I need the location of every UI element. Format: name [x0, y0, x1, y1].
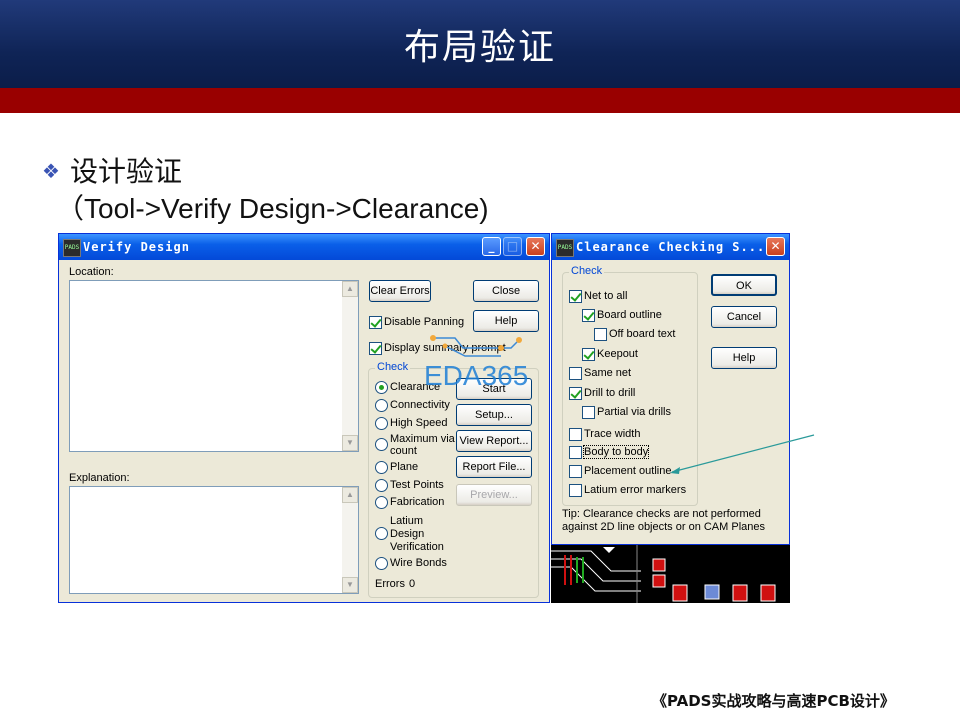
placement-outline-label: Placement outline [584, 465, 672, 477]
explanation-scrollbar[interactable]: ▲ ▼ [342, 487, 358, 593]
setup-button[interactable]: Setup... [456, 404, 532, 426]
eda365-watermark: EDA365 [424, 360, 529, 391]
check-latium-radio[interactable] [375, 527, 388, 540]
body-to-body-checkbox[interactable] [569, 446, 582, 459]
clearance-check-group-title: Check [569, 265, 605, 277]
drill-to-drill-checkbox[interactable] [569, 387, 582, 400]
placement-outline-checkbox[interactable] [569, 465, 582, 478]
eda365-watermark-circuit [430, 335, 522, 357]
location-scrollbar[interactable]: ▲ ▼ [342, 281, 358, 451]
disable-panning-checkbox[interactable] [369, 316, 382, 329]
disable-panning-label: Disable Panning [384, 316, 465, 328]
same-net-label: Same net [584, 367, 632, 379]
check-clearance-radio[interactable] [375, 381, 388, 394]
check-connectivity-label: Connectivity [390, 399, 450, 411]
verify-design-window: PADS Verify Design _ □ ✕ Location: ▲ ▼ E… [58, 233, 550, 603]
errors-count: 0 [409, 578, 416, 590]
location-label: Location: [69, 266, 114, 278]
check-wire-bonds-label: Wire Bonds [390, 557, 447, 569]
ok-button[interactable]: OK [711, 274, 777, 296]
trace-width-checkbox[interactable] [569, 428, 582, 441]
slide-red-band [0, 88, 960, 113]
latium-error-markers-checkbox[interactable] [569, 484, 582, 497]
check-max-via-radio[interactable] [375, 438, 388, 451]
pads-app-icon: PADS [63, 239, 81, 257]
clear-errors-button[interactable]: Clear Errors [369, 280, 431, 302]
scroll-up-icon[interactable]: ▲ [342, 487, 358, 503]
menu-path-text: （Tool->Verify Design->Clearance) [56, 193, 489, 224]
partial-via-drills-label: Partial via drills [597, 406, 671, 418]
net-to-all-checkbox[interactable] [569, 290, 582, 303]
report-file-button[interactable]: Report File... [456, 456, 532, 478]
off-board-text-label: Off board text [609, 328, 676, 340]
check-connectivity-radio[interactable] [375, 399, 388, 412]
board-outline-label: Board outline [597, 309, 662, 321]
scroll-up-icon[interactable]: ▲ [342, 281, 358, 297]
off-board-text-checkbox[interactable] [594, 328, 607, 341]
bullet-text: 设计验证 [69, 155, 182, 188]
bullet-line: ❖ 设计验证 [42, 150, 182, 190]
help-button[interactable]: Help [711, 347, 777, 369]
pcb-layout-preview [551, 545, 790, 603]
check-high-speed-label: High Speed [390, 417, 448, 429]
check-test-points-label: Test Points [390, 479, 444, 491]
minimize-button[interactable]: _ [482, 237, 501, 256]
explanation-box[interactable]: ▲ ▼ [69, 486, 359, 594]
check-wire-bonds-radio[interactable] [375, 557, 388, 570]
cancel-button[interactable]: Cancel [711, 306, 777, 328]
clearance-checking-window: PADS Clearance Checking S... ✕ Check Net… [551, 233, 790, 545]
maximize-button[interactable]: □ [503, 237, 522, 256]
pads-app-icon: PADS [556, 239, 574, 257]
body-to-body-label: Body to body [582, 445, 650, 459]
board-outline-checkbox[interactable] [582, 309, 595, 322]
diamond-bullet-icon: ❖ [42, 159, 60, 183]
scroll-down-icon[interactable]: ▼ [342, 435, 358, 451]
partial-via-drills-checkbox[interactable] [582, 406, 595, 419]
verify-design-titlebar[interactable]: PADS Verify Design _ □ ✕ [59, 234, 549, 260]
check-plane-label: Plane [390, 461, 419, 473]
pcb-artwork [551, 545, 790, 603]
check-fabrication-label: Fabrication [390, 496, 445, 508]
check-latium-label: Latium Design Verification [390, 515, 444, 553]
check-fabrication-radio[interactable] [375, 496, 388, 509]
verify-design-title: Verify Design [83, 240, 190, 254]
view-report-button[interactable]: View Report... [456, 430, 532, 452]
keepout-label: Keepout [597, 348, 638, 360]
callout-arrow [670, 434, 815, 474]
close-window-button[interactable]: ✕ [526, 237, 545, 256]
slide-title: 布局验证 [403, 27, 556, 68]
check-plane-radio[interactable] [375, 461, 388, 474]
close-window-button[interactable]: ✕ [766, 237, 785, 256]
close-button[interactable]: Close [473, 280, 539, 302]
check-group-title: Check [375, 361, 411, 373]
explanation-label: Explanation: [69, 472, 130, 484]
check-high-speed-radio[interactable] [375, 417, 388, 430]
trace-width-label: Trace width [584, 428, 641, 440]
tip-text: Tip: Clearance checks are not performed … [562, 508, 765, 533]
display-summary-checkbox[interactable] [369, 342, 382, 355]
same-net-checkbox[interactable] [569, 367, 582, 380]
footer-book-title: 《PADS实战攻略与高速PCB设计》 [652, 692, 895, 710]
latium-error-markers-label: Latium error markers [584, 484, 687, 496]
net-to-all-label: Net to all [584, 290, 628, 302]
help-button[interactable]: Help [473, 310, 539, 332]
clearance-title: Clearance Checking S... [576, 240, 766, 254]
location-list[interactable]: ▲ ▼ [69, 280, 359, 452]
preview-button[interactable]: Preview... [456, 484, 532, 506]
scroll-down-icon[interactable]: ▼ [342, 577, 358, 593]
slide-header: 布局验证 [0, 0, 960, 88]
keepout-checkbox[interactable] [582, 348, 595, 361]
clearance-titlebar[interactable]: PADS Clearance Checking S... ✕ [552, 234, 789, 260]
drill-to-drill-label: Drill to drill [584, 387, 636, 399]
errors-label: Errors [375, 578, 405, 590]
check-max-via-label: Maximum via count [390, 433, 455, 457]
check-test-points-radio[interactable] [375, 479, 388, 492]
